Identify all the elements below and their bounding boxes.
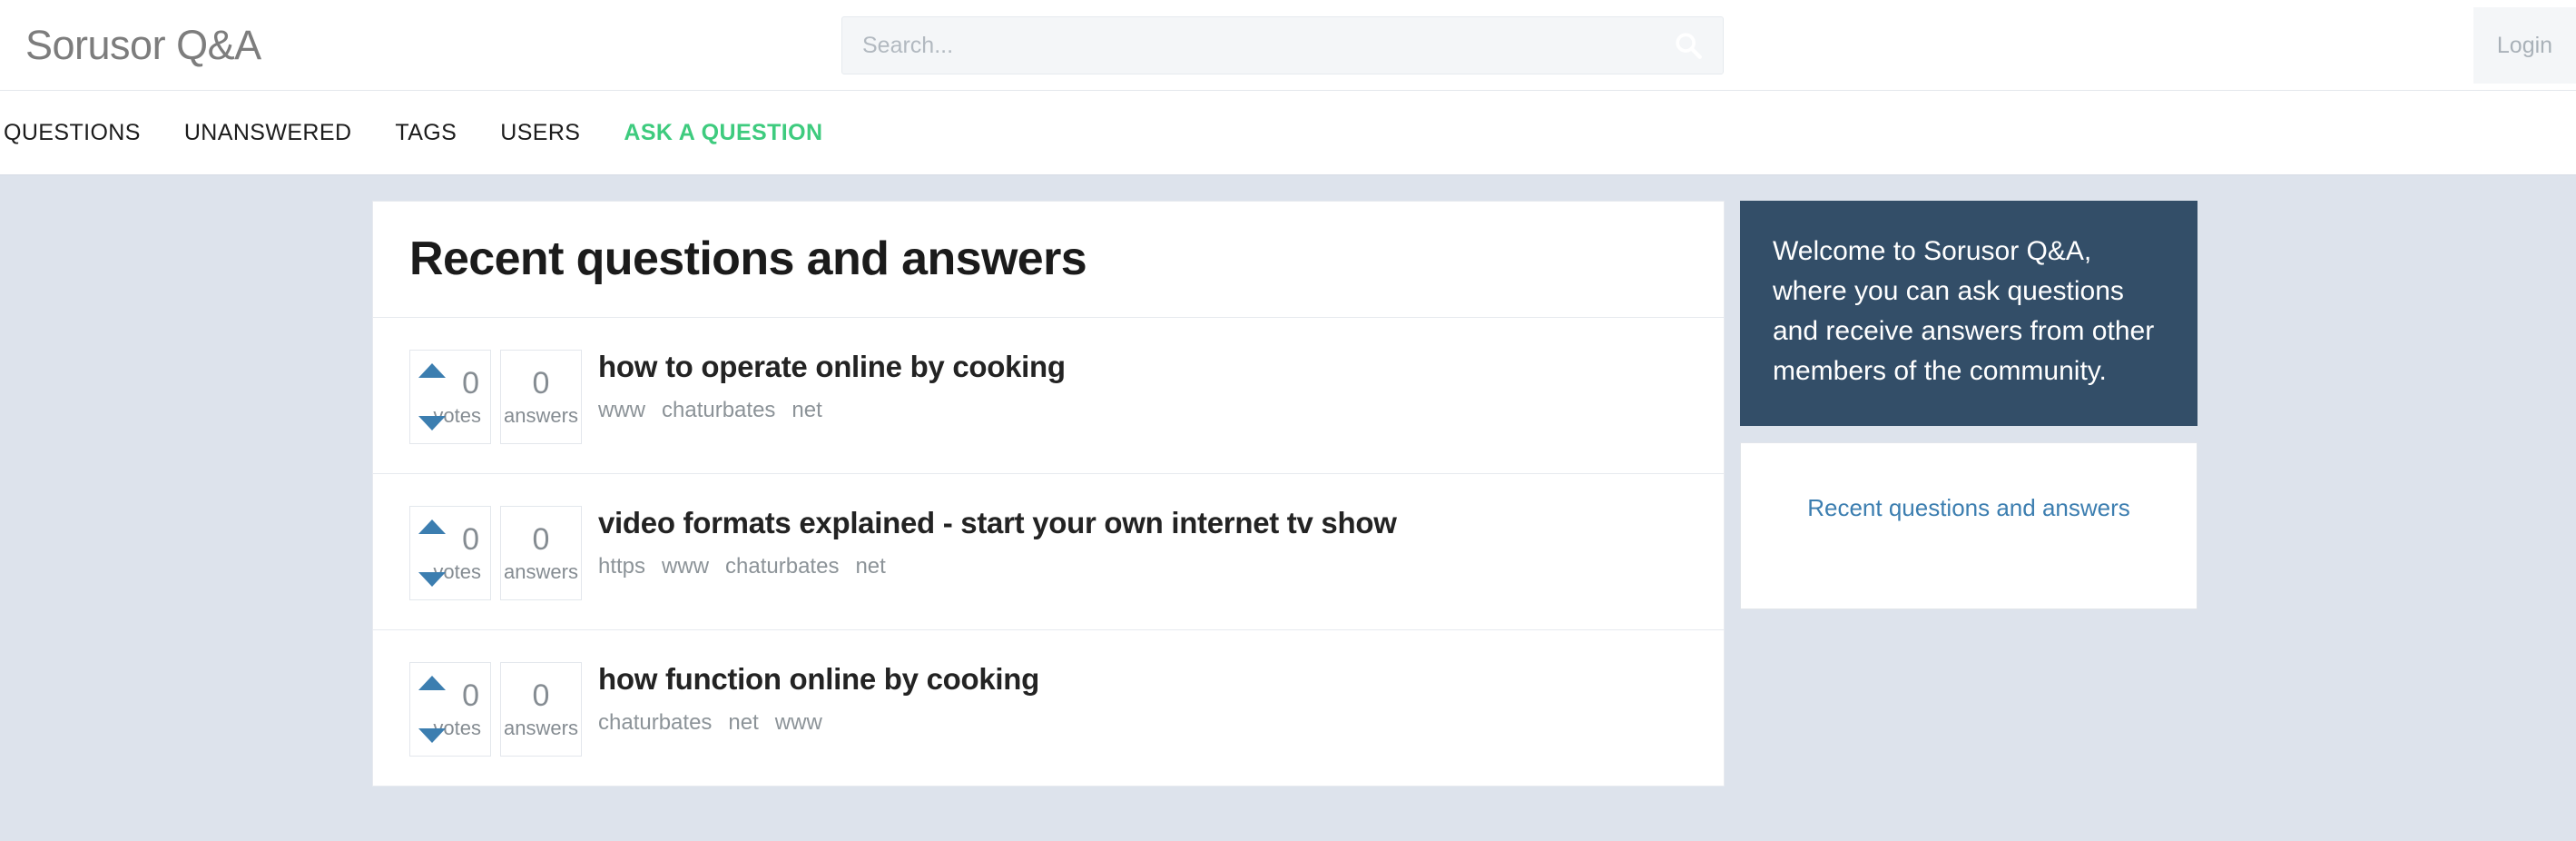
question-counts: 0 votes 0 answers	[409, 661, 582, 757]
question-title-link[interactable]: video formats explained - start your own…	[598, 505, 1397, 541]
search-input[interactable]	[841, 16, 1724, 74]
nav-item-ask-a-question[interactable]: ASK A QUESTION	[602, 120, 844, 146]
main-header: Recent questions and answers	[373, 202, 1724, 318]
vote-box: 0 votes	[409, 505, 491, 600]
question-counts: 0 votes 0 answers	[409, 349, 582, 444]
table-row[interactable]: 0 votes 0 answers how to operate online …	[373, 318, 1724, 474]
answer-count-label: answers	[504, 716, 578, 739]
nav-item-questions[interactable]: QUESTIONS	[0, 120, 162, 146]
vote-down-icon[interactable]	[418, 727, 446, 743]
sidebar-links-panel: Recent questions and answers	[1740, 442, 2197, 610]
answer-box: 0 answers	[500, 505, 582, 600]
tag-link[interactable]: https	[598, 554, 645, 579]
main-navigation: QUESTIONS UNANSWERED TAGS USERS ASK A QU…	[0, 91, 2576, 175]
vote-down-icon[interactable]	[418, 415, 446, 430]
tag-link[interactable]: www	[598, 398, 645, 423]
table-row[interactable]: 0 votes 0 answers how function online by…	[373, 630, 1724, 787]
nav-item-unanswered[interactable]: UNANSWERED	[162, 120, 374, 146]
answer-count: 0	[532, 678, 550, 713]
vote-count: 0	[462, 678, 479, 713]
tag-link[interactable]: chaturbates	[598, 710, 712, 736]
tag-link[interactable]: www	[775, 710, 822, 736]
nav-item-users[interactable]: USERS	[478, 120, 602, 146]
vote-arrows	[418, 519, 446, 587]
answer-box: 0 answers	[500, 661, 582, 757]
answer-count-label: answers	[504, 403, 578, 427]
vote-up-icon[interactable]	[418, 675, 446, 690]
welcome-box: Welcome to Sorusor Q&A, where you can as…	[1740, 201, 2197, 427]
vote-down-icon[interactable]	[418, 571, 446, 587]
sidebar: Welcome to Sorusor Q&A, where you can as…	[1740, 201, 2197, 610]
search-box[interactable]	[841, 16, 1724, 74]
vote-up-icon[interactable]	[418, 519, 446, 534]
question-counts: 0 votes 0 answers	[409, 505, 582, 600]
vote-arrows	[418, 675, 446, 743]
tag-link[interactable]: net	[728, 710, 758, 736]
page-body: Recent questions and answers 0 votes 0 a…	[0, 175, 2576, 840]
tag-link[interactable]: net	[855, 554, 885, 579]
tag-link[interactable]: chaturbates	[662, 398, 775, 423]
site-header: Sorusor Q&A Login	[0, 0, 2576, 91]
answer-count: 0	[532, 365, 550, 401]
vote-arrows	[418, 362, 446, 430]
sidebar-link-recent-questions[interactable]: Recent questions and answers	[1768, 483, 2169, 533]
answer-count: 0	[532, 521, 550, 557]
question-title-link[interactable]: how to operate online by cooking	[598, 349, 1066, 385]
question-body: video formats explained - start your own…	[598, 503, 1397, 580]
vote-count: 0	[462, 521, 479, 557]
main-content-panel: Recent questions and answers 0 votes 0 a…	[372, 201, 1725, 787]
vote-up-icon[interactable]	[418, 362, 446, 378]
search-icon[interactable]	[1673, 30, 1704, 61]
question-tags: www chaturbates net	[598, 398, 1066, 423]
vote-box: 0 votes	[409, 349, 491, 444]
tag-link[interactable]: www	[662, 554, 709, 579]
question-title-link[interactable]: how function online by cooking	[598, 661, 1039, 698]
site-title: Sorusor Q&A	[25, 22, 261, 68]
table-row[interactable]: 0 votes 0 answers video formats explaine…	[373, 474, 1724, 630]
question-tags: https www chaturbates net	[598, 554, 1397, 579]
vote-box: 0 votes	[409, 661, 491, 757]
vote-count: 0	[462, 365, 479, 401]
question-tags: chaturbates net www	[598, 710, 1039, 736]
tag-link[interactable]: net	[791, 398, 821, 423]
question-body: how to operate online by cooking www cha…	[598, 347, 1066, 424]
answer-count-label: answers	[504, 559, 578, 583]
page-title: Recent questions and answers	[409, 233, 1087, 285]
tag-link[interactable]: chaturbates	[725, 554, 839, 579]
answer-box: 0 answers	[500, 349, 582, 444]
nav-item-tags[interactable]: TAGS	[373, 120, 478, 146]
login-button[interactable]: Login	[2473, 7, 2576, 84]
question-body: how function online by cooking chaturbat…	[598, 659, 1039, 737]
